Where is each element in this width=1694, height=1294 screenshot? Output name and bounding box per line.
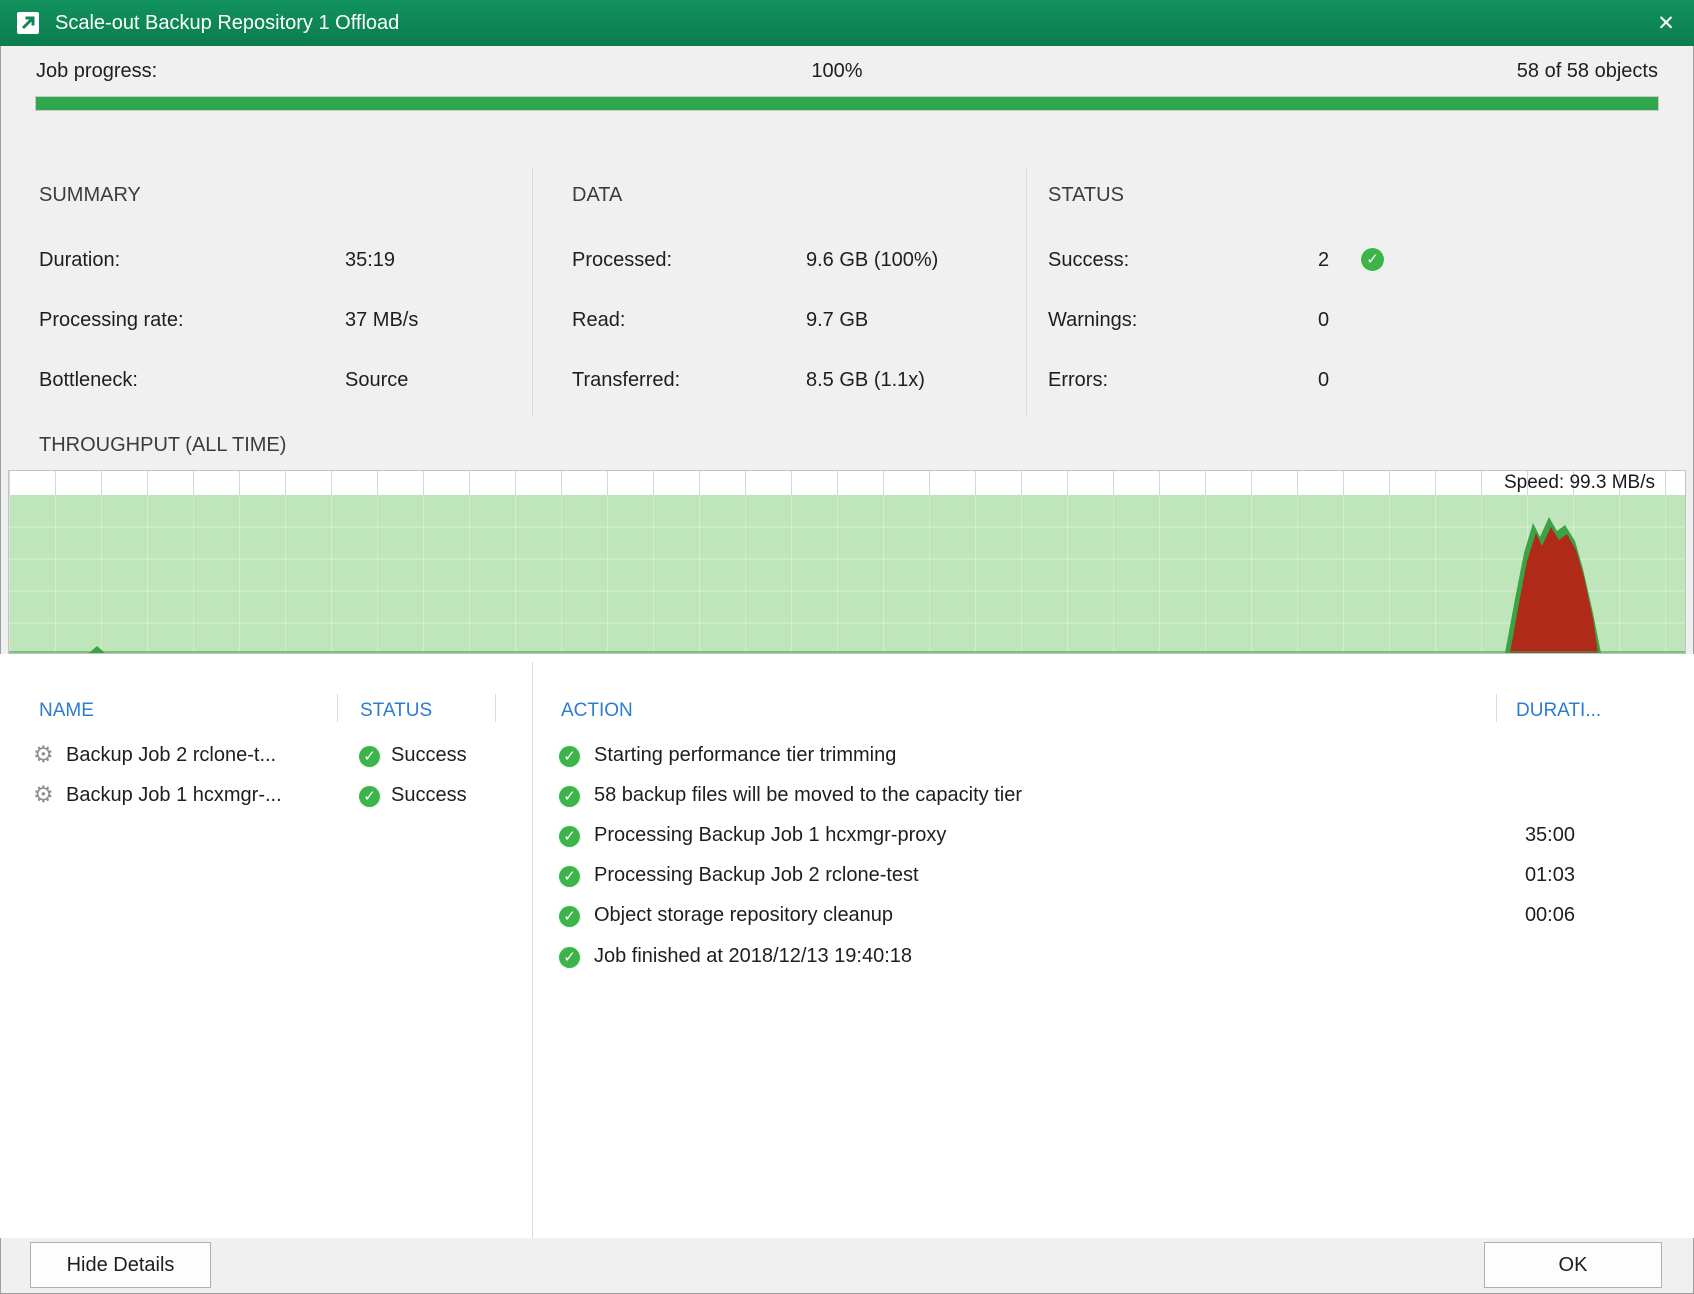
action-text: 58 backup files will be moved to the cap… xyxy=(594,784,1022,806)
success-check-icon: ✓ xyxy=(358,785,381,808)
progress-labels: Job progress: 100% 58 of 58 objects xyxy=(36,60,1658,83)
header-separator[interactable] xyxy=(1496,694,1497,722)
data-label: Transferred: xyxy=(572,369,681,391)
throughput-chart-canvas xyxy=(9,471,1685,653)
summary-label: Duration: xyxy=(39,249,121,271)
success-check-icon: ✓ xyxy=(558,745,581,768)
gear-icon: ⚙ xyxy=(33,741,54,767)
data-value: 9.7 GB xyxy=(806,309,869,331)
progress-bar xyxy=(35,96,1659,111)
throughput-chart: Speed: 99.3 MB/s xyxy=(8,470,1686,654)
status-heading: STATUS xyxy=(1048,184,1124,206)
chart-speed-label: Speed: 99.3 MB/s xyxy=(1503,472,1655,493)
job-status: Success xyxy=(391,784,467,806)
success-check-icon: ✓ xyxy=(358,745,381,768)
status-label: Errors: xyxy=(1048,369,1108,391)
ok-button[interactable]: OK xyxy=(1484,1242,1662,1288)
column-header-name[interactable]: NAME xyxy=(39,700,94,722)
action-text: Object storage repository cleanup xyxy=(594,904,894,926)
job-name: Backup Job 2 rclone-t... xyxy=(66,744,277,766)
action-text: Job finished at 2018/12/13 19:40:18 xyxy=(594,945,913,967)
status-value: 2 xyxy=(1318,249,1330,271)
action-duration: 00:06 xyxy=(1524,904,1575,926)
close-icon[interactable]: ✕ xyxy=(1638,0,1694,46)
data-label: Processed: xyxy=(572,249,673,271)
summary-heading: SUMMARY xyxy=(39,184,141,206)
success-check-icon: ✓ xyxy=(558,865,581,888)
column-header-duration[interactable]: DURATI... xyxy=(1516,700,1601,722)
success-check-icon: ✓ xyxy=(1360,247,1385,272)
column-header-status[interactable]: STATUS xyxy=(360,700,432,722)
header-separator[interactable] xyxy=(337,694,338,722)
window-title: Scale-out Backup Repository 1 Offload xyxy=(55,11,400,34)
summary-value: Source xyxy=(345,369,409,391)
panel-divider-2 xyxy=(1026,168,1027,416)
backup-job-icon xyxy=(17,12,39,34)
details-section: NAME STATUS ⚙ Backup Job 2 rclone-t... ✓… xyxy=(0,654,1694,1238)
summary-value: 37 MB/s xyxy=(345,309,419,331)
action-duration: 35:00 xyxy=(1524,824,1575,846)
data-value: 9.6 GB (100%) xyxy=(806,249,939,271)
job-progress-label: Job progress: xyxy=(36,60,158,82)
action-text: Starting performance tier trimming xyxy=(594,744,897,766)
header-separator[interactable] xyxy=(495,694,496,722)
summary-label: Bottleneck: xyxy=(39,369,138,391)
action-duration: 01:03 xyxy=(1524,864,1575,886)
success-check-icon: ✓ xyxy=(558,825,581,848)
data-heading: DATA xyxy=(572,184,623,206)
success-check-icon: ✓ xyxy=(558,905,581,928)
data-label: Read: xyxy=(572,309,626,331)
job-status: Success xyxy=(391,744,467,766)
progress-percent: 100% xyxy=(811,60,863,82)
status-value: 0 xyxy=(1318,369,1330,391)
summary-value: 35:19 xyxy=(345,249,396,271)
panel-divider-1 xyxy=(532,168,533,416)
data-value: 8.5 GB (1.1x) xyxy=(806,369,925,391)
status-value: 0 xyxy=(1318,309,1330,331)
action-text: Processing Backup Job 2 rclone-test xyxy=(594,864,919,886)
column-header-action[interactable]: ACTION xyxy=(561,700,633,722)
summary-label: Processing rate: xyxy=(39,309,184,331)
status-label: Warnings: xyxy=(1048,309,1138,331)
progress-bar-fill xyxy=(36,97,1658,110)
throughput-heading: THROUGHPUT (ALL TIME) xyxy=(39,434,287,456)
gear-icon: ⚙ xyxy=(33,781,54,807)
status-label: Success: xyxy=(1048,249,1130,271)
job-name: Backup Job 1 hcxmgr-... xyxy=(66,784,282,806)
job-progress-dialog: Scale-out Backup Repository 1 Offload ✕ … xyxy=(0,0,1694,1294)
title-bar: Scale-out Backup Repository 1 Offload ✕ xyxy=(0,0,1694,46)
hide-details-button[interactable]: Hide Details xyxy=(30,1242,211,1288)
action-text: Processing Backup Job 1 hcxmgr-proxy xyxy=(594,824,947,846)
success-check-icon: ✓ xyxy=(558,946,581,969)
progress-objects: 58 of 58 objects xyxy=(1516,60,1658,82)
details-pane-divider xyxy=(532,662,533,1238)
success-check-icon: ✓ xyxy=(558,785,581,808)
